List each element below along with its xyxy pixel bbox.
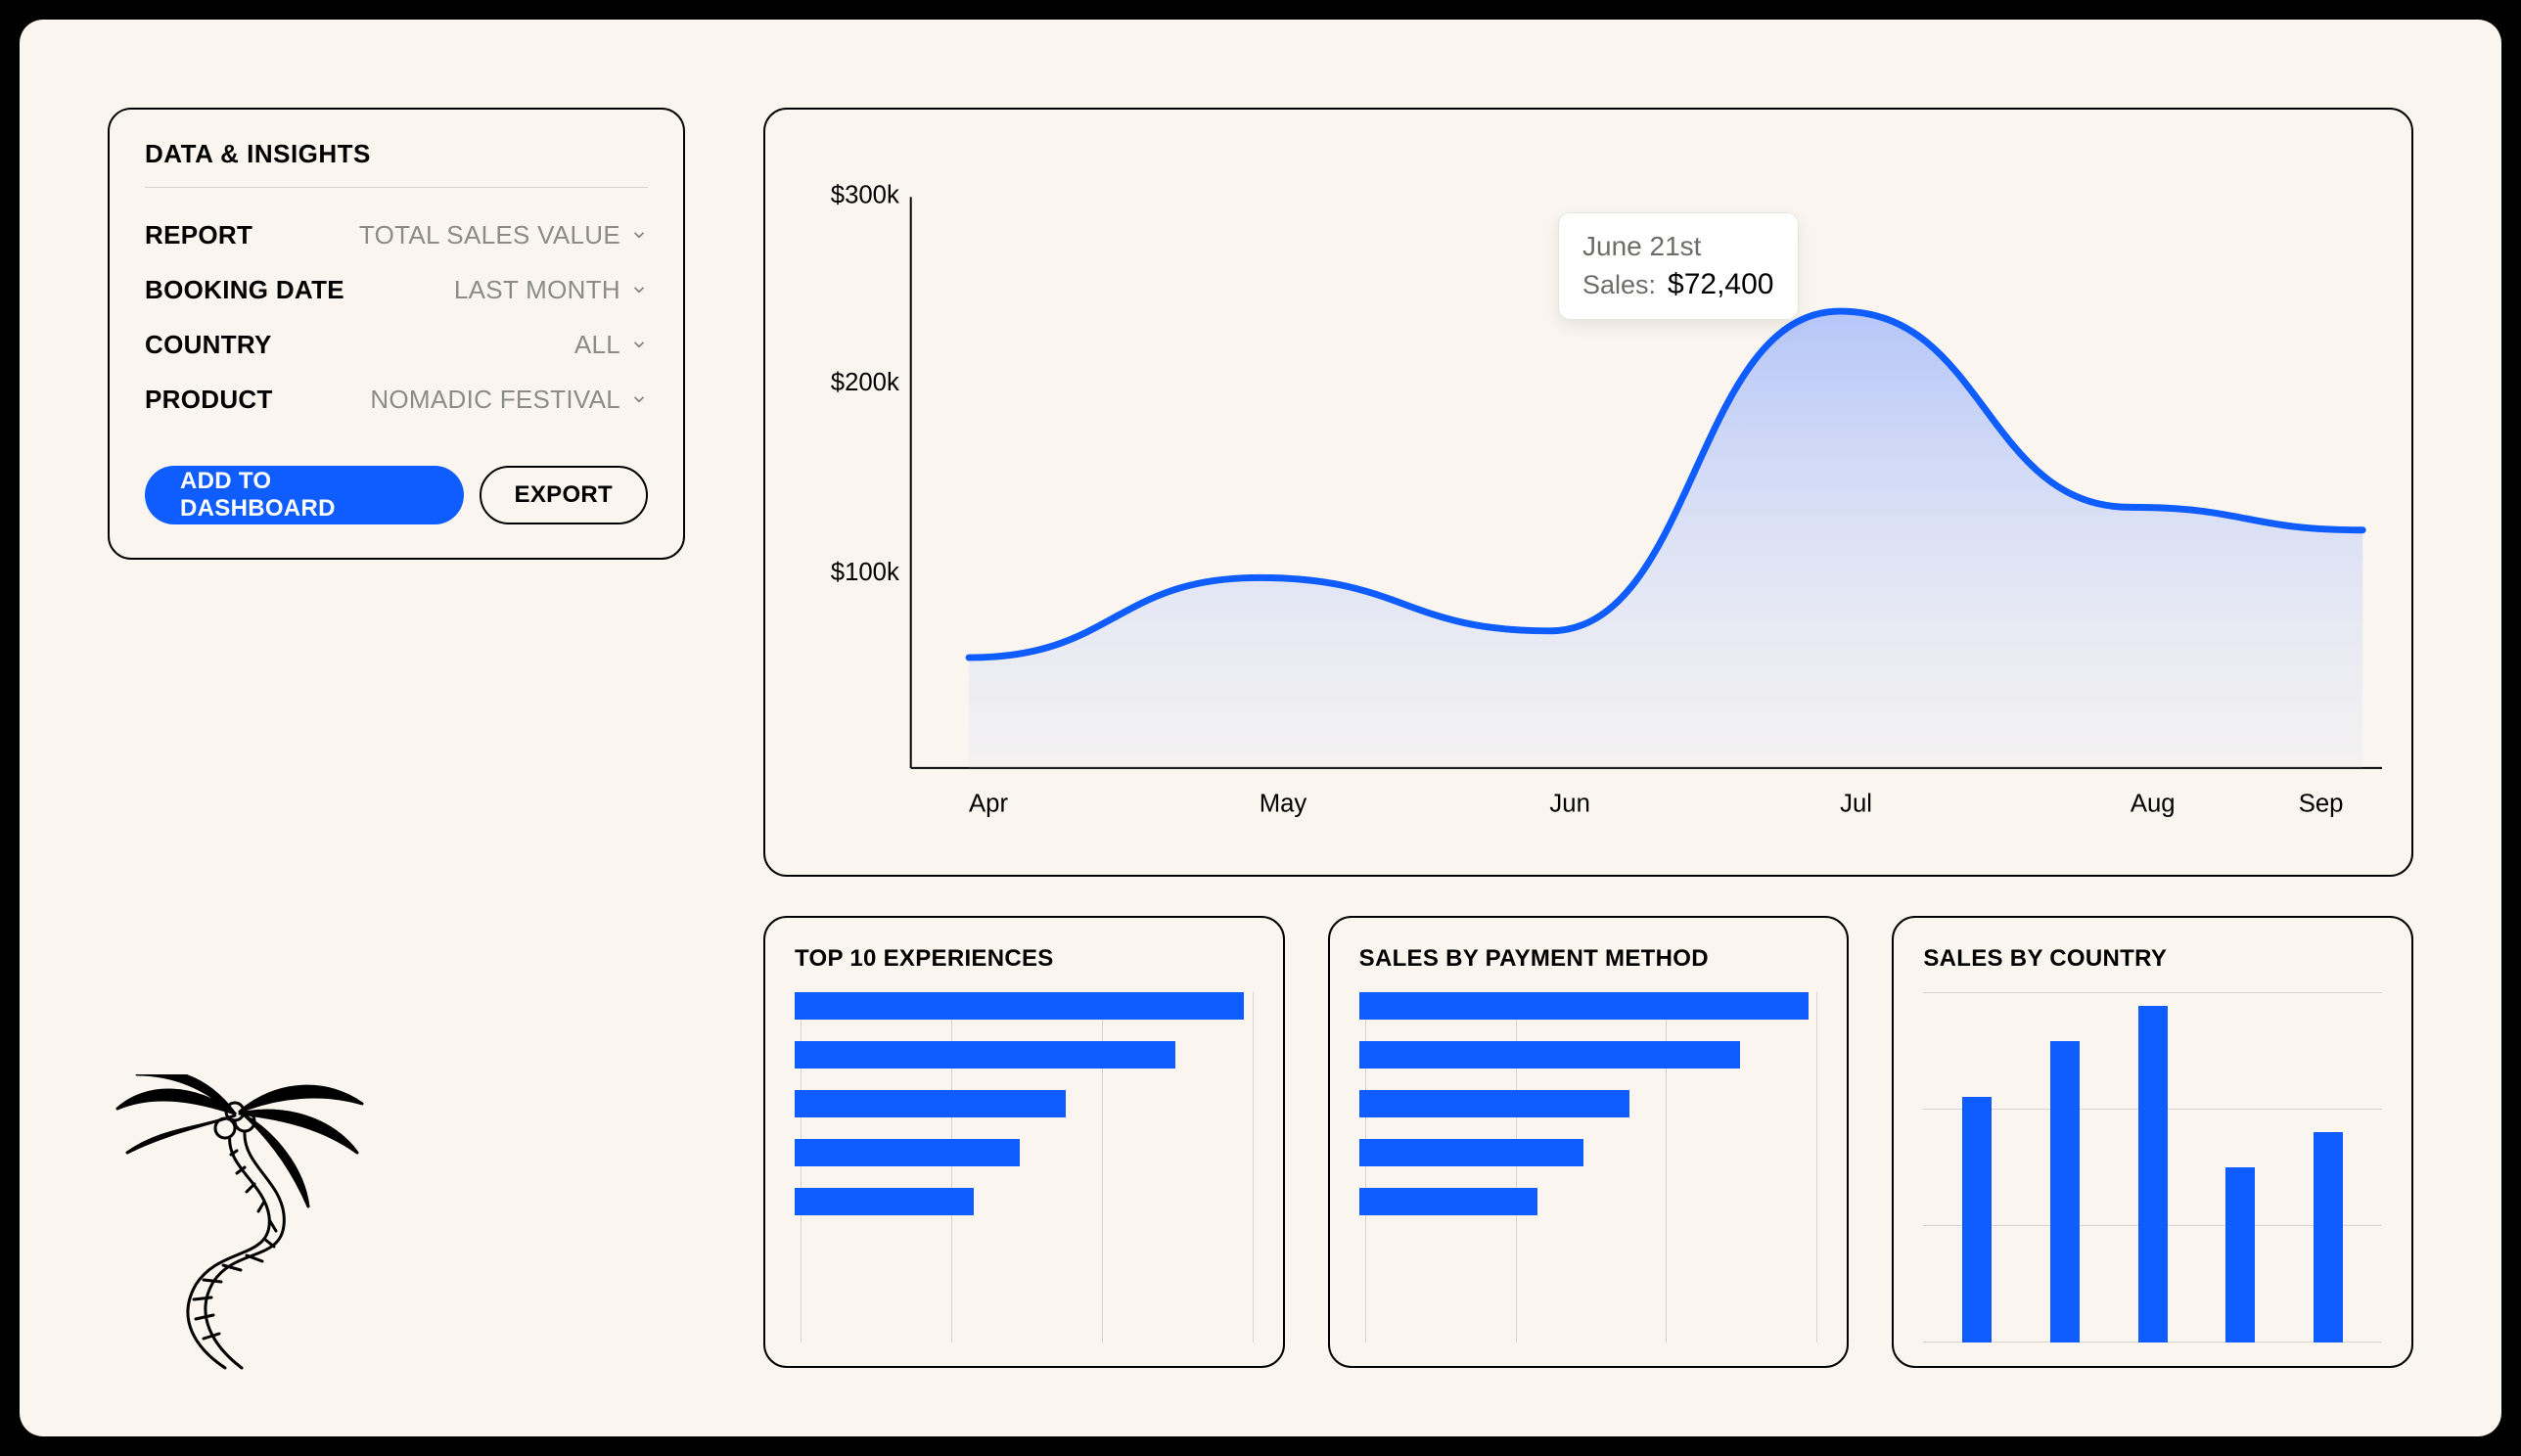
card-title: SALES BY COUNTRY (1923, 945, 2382, 973)
chevron-down-icon (630, 390, 648, 408)
filter-value-text: ALL (574, 330, 620, 360)
chevron-down-icon (630, 226, 648, 244)
chart-tooltip: June 21st Sales: $72,400 (1558, 212, 1799, 320)
hbar (1359, 1090, 1630, 1117)
sales-by-country-card[interactable]: SALES BY COUNTRY (1892, 916, 2413, 1368)
vbar (2138, 1006, 2168, 1342)
filter-label: PRODUCT (145, 385, 273, 415)
filter-country[interactable]: COUNTRY ALL (145, 317, 648, 372)
filter-report[interactable]: REPORT TOTAL SALES VALUE (145, 207, 648, 262)
tooltip-label: Sales: (1582, 270, 1656, 300)
hbar (795, 992, 1244, 1020)
svg-text:Jun: Jun (1549, 790, 1589, 817)
card-title: TOP 10 EXPERIENCES (795, 945, 1254, 973)
filter-value: ALL (574, 330, 648, 360)
filter-product[interactable]: PRODUCT NOMADIC FESTIVAL (145, 372, 648, 427)
filter-label: COUNTRY (145, 330, 272, 360)
filter-value: NOMADIC FESTIVAL (370, 385, 648, 415)
hbar (1359, 1188, 1538, 1215)
palm-tree-icon (108, 1074, 372, 1378)
hbar (795, 1188, 974, 1215)
svg-text:Sep: Sep (2299, 790, 2344, 817)
svg-text:$100k: $100k (831, 559, 899, 586)
tooltip-sales: Sales: $72,400 (1582, 268, 1774, 301)
sales-by-payment-card[interactable]: SALES BY PAYMENT METHOD (1328, 916, 1850, 1368)
chevron-down-icon (630, 281, 648, 298)
filter-label: REPORT (145, 220, 252, 250)
vbar (1962, 1097, 1992, 1342)
hbar (795, 1139, 1020, 1166)
vbar (2314, 1132, 2343, 1342)
vbar (2225, 1167, 2255, 1342)
tooltip-date: June 21st (1582, 231, 1774, 262)
hbar-chart (1359, 992, 1818, 1342)
svg-text:Apr: Apr (969, 790, 1008, 817)
filter-value: TOTAL SALES VALUE (359, 220, 648, 250)
tooltip-value: $72,400 (1668, 268, 1773, 301)
export-button[interactable]: EXPORT (480, 466, 648, 524)
svg-text:Jul: Jul (1840, 790, 1872, 817)
svg-text:Aug: Aug (2131, 790, 2176, 817)
main-sales-chart: $300k $200k $100k Apr May Jun Jul Aug Se… (763, 108, 2413, 877)
add-to-dashboard-button[interactable]: ADD TO DASHBOARD (145, 466, 464, 524)
svg-text:$300k: $300k (831, 181, 899, 208)
card-title: SALES BY PAYMENT METHOD (1359, 945, 1818, 973)
hbar (795, 1090, 1066, 1117)
filter-label: BOOKING DATE (145, 275, 344, 305)
top-10-experiences-card[interactable]: TOP 10 EXPERIENCES (763, 916, 1285, 1368)
svg-text:May: May (1260, 790, 1307, 817)
chevron-down-icon (630, 336, 648, 353)
filter-value-text: LAST MONTH (454, 275, 620, 305)
svg-text:$200k: $200k (831, 369, 899, 396)
filter-booking-date[interactable]: BOOKING DATE LAST MONTH (145, 262, 648, 317)
hbar (1359, 1041, 1740, 1069)
hbar (795, 1041, 1175, 1069)
hbar (1359, 1139, 1584, 1166)
vbar (2050, 1041, 2080, 1342)
panel-title: DATA & INSIGHTS (145, 139, 648, 188)
hbar (1359, 992, 1809, 1020)
filter-value: LAST MONTH (454, 275, 648, 305)
vbar-chart (1923, 992, 2382, 1342)
filter-value-text: NOMADIC FESTIVAL (370, 385, 620, 415)
filter-value-text: TOTAL SALES VALUE (359, 220, 620, 250)
hbar-chart (795, 992, 1254, 1342)
data-insights-panel: DATA & INSIGHTS REPORT TOTAL SALES VALUE… (108, 108, 685, 560)
